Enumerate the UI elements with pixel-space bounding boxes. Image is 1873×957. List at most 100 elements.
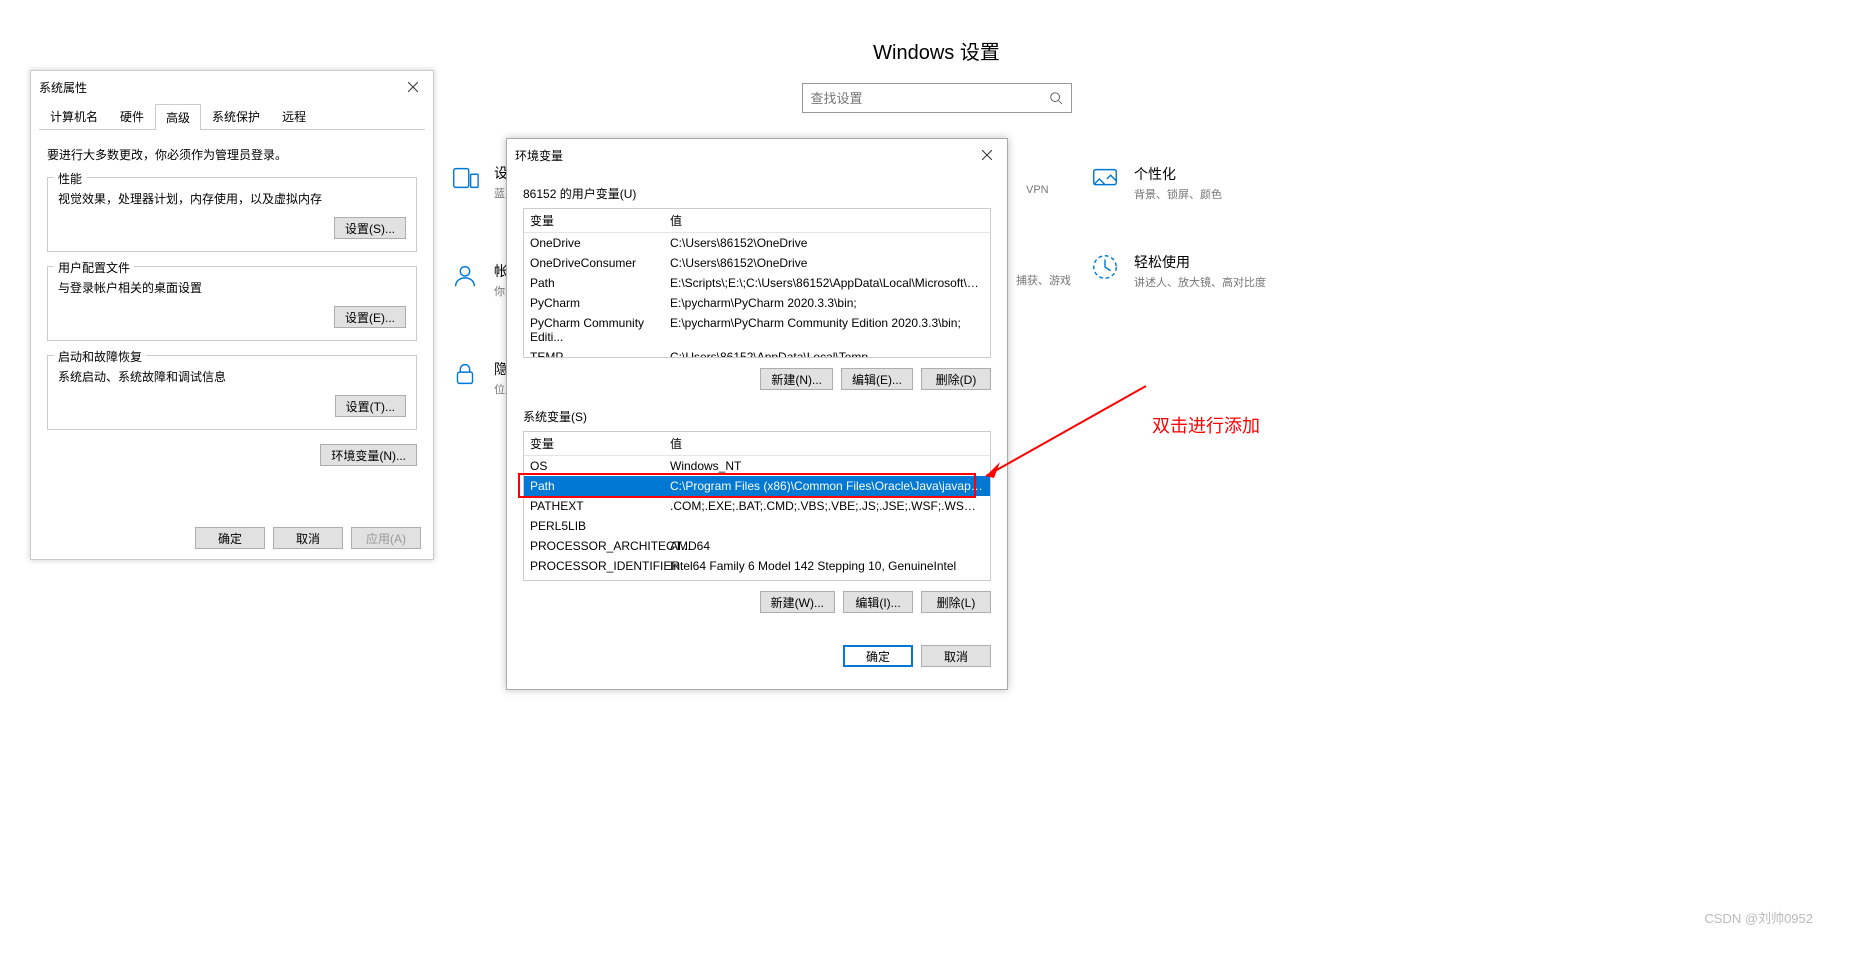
var-value: Intel64 Family 6 Model 142 Stepping 10, … [664,556,990,576]
col-variable: 变量 [524,432,664,455]
sys-new-button[interactable]: 新建(W)... [760,591,835,613]
sp-close-button[interactable] [401,77,425,97]
ease-icon [1090,252,1120,282]
tile-ease-of-access[interactable]: 轻松使用讲述人、放大镜、高对比度 [1090,252,1266,290]
vpn-fragment: VPN [1026,184,1049,196]
list-row[interactable]: PROCESSOR_LEVEL6 [524,576,990,581]
performance-group: 性能 视觉效果，处理器计划，内存使用，以及虚拟内存 设置(S)... [47,177,417,252]
list-row[interactable]: PyCharm Community Editi...E:\pycharm\PyC… [524,313,990,347]
system-properties-dialog: 系统属性 计算机名 硬件 高级 系统保护 远程 要进行大多数更改，你必须作为管理… [30,70,434,560]
tile-sub: 背景、锁屏、颜色 [1134,186,1222,202]
sp-tabs: 计算机名 硬件 高级 系统保护 远程 [39,103,425,130]
var-name: OS [524,456,664,476]
tab-remote[interactable]: 远程 [271,103,317,129]
var-name: Path [524,273,664,293]
user-profiles-group: 用户配置文件 与登录帐户相关的桌面设置 设置(E)... [47,266,417,341]
performance-desc: 视觉效果，处理器计划，内存使用，以及虚拟内存 [58,190,406,207]
settings-title: Windows 设置 [0,36,1873,65]
list-row[interactable]: PROCESSOR_IDENTIFIERIntel64 Family 6 Mod… [524,556,990,576]
environment-variables-dialog: 环境变量 86152 的用户变量(U) 变量 值 OneDriveC:\User… [506,138,1008,690]
list-row[interactable]: TEMPC:\Users\86152\AppData\Local\Temp [524,347,990,358]
list-row[interactable]: PATHEXT.COM;.EXE;.BAT;.CMD;.VBS;.VBE;.JS… [524,496,990,516]
environment-variables-button[interactable]: 环境变量(N)... [320,444,417,466]
system-variables-list[interactable]: 变量 值 OSWindows_NTPathC:\Program Files (x… [523,431,991,581]
var-value: Windows_NT [664,456,990,476]
var-value: AMD64 [664,536,990,556]
env-close-button[interactable] [975,145,999,165]
sp-ok-button[interactable]: 确定 [195,527,265,549]
close-icon [982,150,992,160]
performance-settings-button[interactable]: 设置(S)... [334,217,406,239]
settings-search-box[interactable] [802,83,1072,113]
env-cancel-button[interactable]: 取消 [921,645,991,667]
tab-system-protection[interactable]: 系统保护 [201,103,271,129]
sys-delete-button[interactable]: 删除(L) [921,591,991,613]
list-row[interactable]: OneDriveC:\Users\86152\OneDrive [524,233,990,253]
capture-fragment: 捕获、游戏 [1016,272,1071,288]
sp-title: 系统属性 [39,79,87,96]
startup-desc: 系统启动、系统故障和调试信息 [58,368,406,385]
list-row[interactable]: PROCESSOR_ARCHITECT...AMD64 [524,536,990,556]
profiles-legend: 用户配置文件 [54,259,134,276]
list-row[interactable]: PERL5LIB [524,516,990,536]
col-variable: 变量 [524,209,664,232]
performance-legend: 性能 [54,170,86,187]
var-value: C:\Users\86152\OneDrive [664,233,990,253]
list-row[interactable]: OSWindows_NT [524,456,990,476]
tab-advanced[interactable]: 高级 [155,104,201,130]
var-name: Path [524,476,664,496]
search-icon [1049,91,1063,105]
user-variables-list[interactable]: 变量 值 OneDriveC:\Users\86152\OneDriveOneD… [523,208,991,358]
var-value: E:\pycharm\PyCharm Community Edition 202… [664,313,990,347]
sp-apply-button[interactable]: 应用(A) [351,527,421,549]
startup-settings-button[interactable]: 设置(T)... [335,395,406,417]
var-name: PATHEXT [524,496,664,516]
user-new-button[interactable]: 新建(N)... [760,368,833,390]
var-name: PyCharm [524,293,664,313]
tab-hardware[interactable]: 硬件 [109,103,155,129]
devices-icon [450,163,480,193]
tile-label: 轻松使用 [1134,252,1266,272]
sys-vars-label: 系统变量(S) [523,408,991,425]
col-value: 值 [664,432,990,455]
var-value: .COM;.EXE;.BAT;.CMD;.VBS;.VBE;.JS;.JSE;.… [664,496,990,516]
list-row[interactable]: PyCharmE:\pycharm\PyCharm 2020.3.3\bin; [524,293,990,313]
profiles-desc: 与登录帐户相关的桌面设置 [58,279,406,296]
user-vars-label: 86152 的用户变量(U) [523,185,991,202]
sp-cancel-button[interactable]: 取消 [273,527,343,549]
var-name: PyCharm Community Editi... [524,313,664,347]
personalization-icon [1090,164,1120,194]
privacy-icon [450,359,480,389]
tab-computer-name[interactable]: 计算机名 [39,103,109,129]
var-value: E:\Scripts\;E:\;C:\Users\86152\AppData\L… [664,273,990,293]
annotation-text: 双击进行添加 [1152,412,1260,438]
var-value: C:\Users\86152\OneDrive [664,253,990,273]
sys-edit-button[interactable]: 编辑(I)... [843,591,913,613]
user-delete-button[interactable]: 删除(D) [921,368,991,390]
startup-legend: 启动和故障恢复 [54,348,146,365]
var-value [664,516,990,536]
var-name: PROCESSOR_IDENTIFIER [524,556,664,576]
var-name: OneDrive [524,233,664,253]
profiles-settings-button[interactable]: 设置(E)... [334,306,406,328]
user-edit-button[interactable]: 编辑(E)... [841,368,913,390]
tile-label: 个性化 [1134,164,1222,184]
tile-sub: 讲述人、放大镜、高对比度 [1134,274,1266,290]
startup-recovery-group: 启动和故障恢复 系统启动、系统故障和调试信息 设置(T)... [47,355,417,430]
var-value: 6 [664,576,990,581]
env-title: 环境变量 [515,147,563,164]
env-ok-button[interactable]: 确定 [843,645,913,667]
close-icon [408,82,418,92]
list-row[interactable]: OneDriveConsumerC:\Users\86152\OneDrive [524,253,990,273]
col-value: 值 [664,209,990,232]
accounts-icon [450,261,480,291]
tile-personalization[interactable]: 个性化背景、锁屏、颜色 [1090,164,1222,202]
list-row[interactable]: PathE:\Scripts\;E:\;C:\Users\86152\AppDa… [524,273,990,293]
list-header: 变量 值 [524,209,990,233]
settings-search-input[interactable] [811,91,1049,106]
list-row[interactable]: PathC:\Program Files (x86)\Common Files\… [524,476,990,496]
var-name: PROCESSOR_ARCHITECT... [524,536,664,556]
sp-admin-note: 要进行大多数更改，你必须作为管理员登录。 [47,146,417,163]
var-name: TEMP [524,347,664,358]
var-value: E:\pycharm\PyCharm 2020.3.3\bin; [664,293,990,313]
